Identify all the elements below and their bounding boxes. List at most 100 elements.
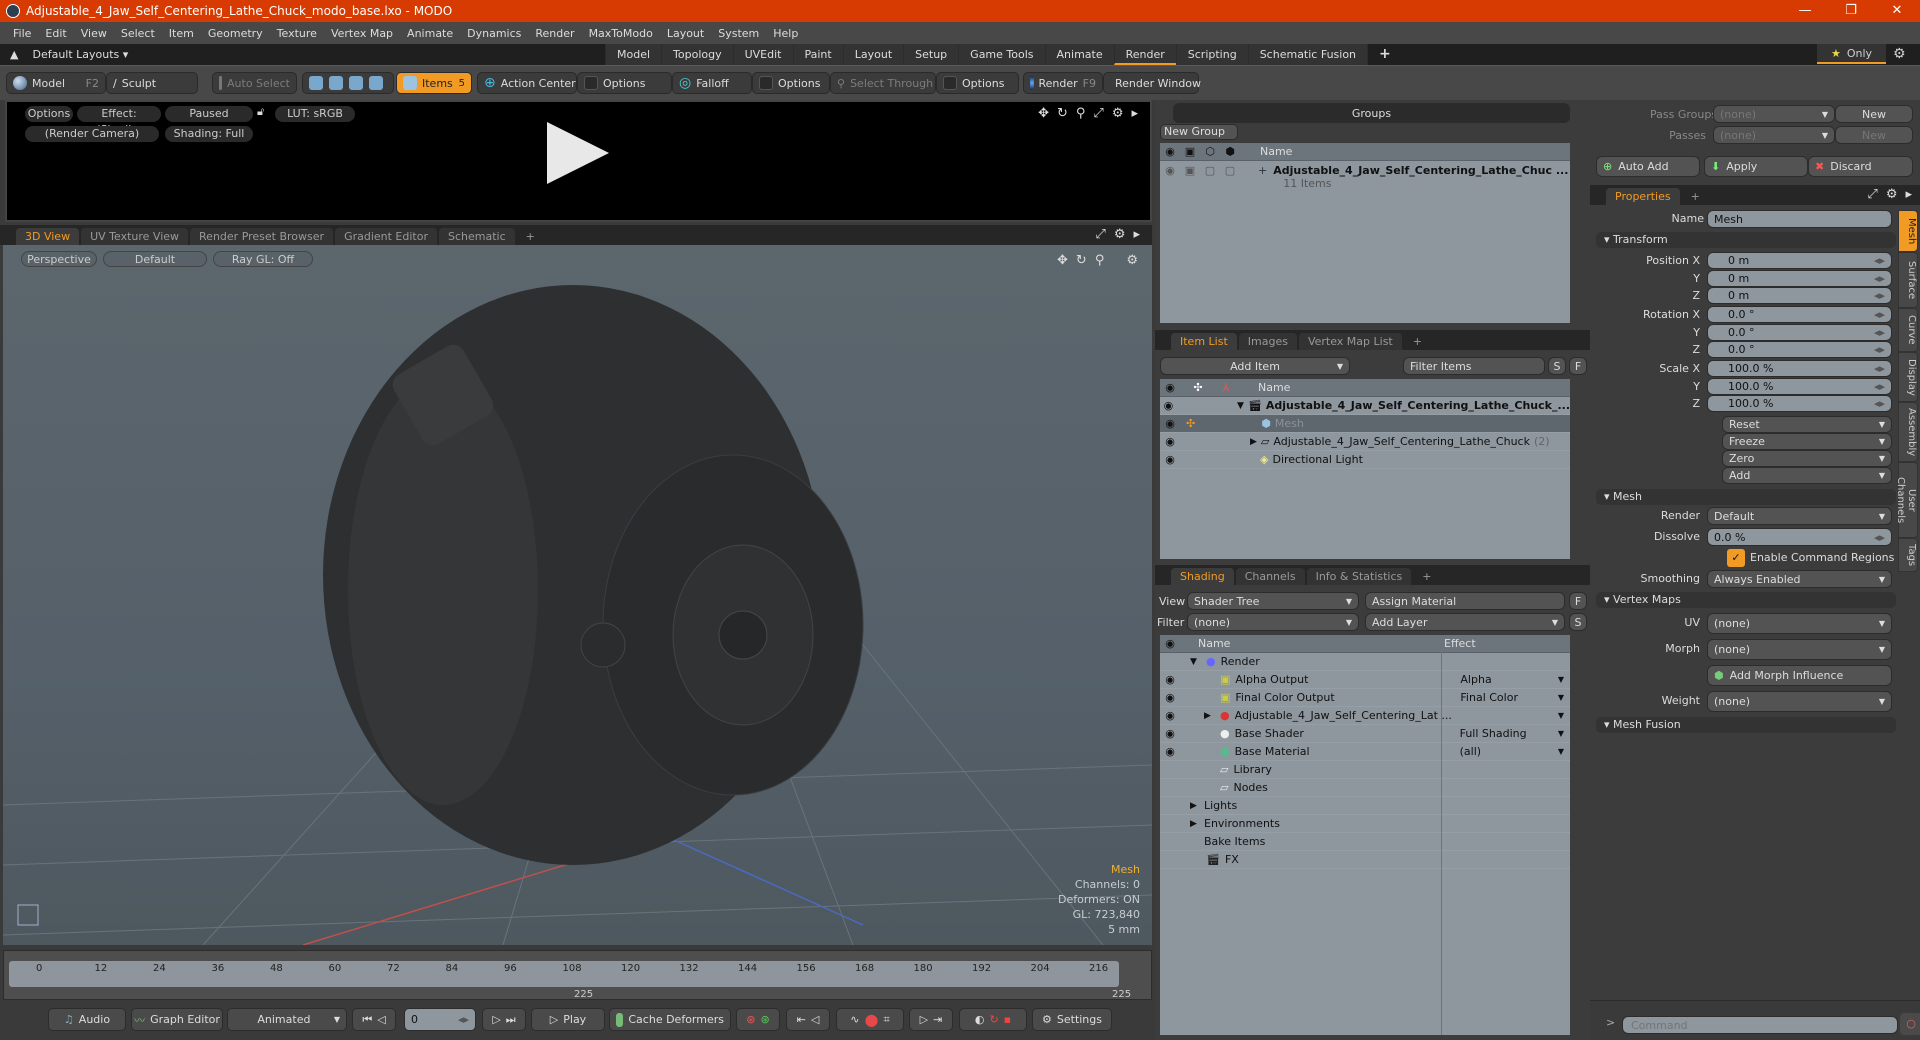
only-toggle[interactable]: ★ Only — [1817, 44, 1886, 64]
channel-key-icon[interactable]: ◐ — [975, 1013, 985, 1026]
side-tab-mesh[interactable]: Mesh — [1898, 210, 1918, 252]
command-input[interactable] — [1622, 1016, 1898, 1034]
maximize-icon[interactable]: ⤢ — [1095, 227, 1105, 242]
shader-tree-row[interactable]: ▶ Environments — [1160, 815, 1570, 833]
add-morph-influence-button[interactable]: ⬢ Add Morph Influence — [1707, 665, 1892, 686]
settings-button[interactable]: ⚙ Settings — [1032, 1008, 1112, 1031]
mesh-fusion-section[interactable]: ▾ Mesh Fusion — [1596, 717, 1896, 733]
shader-tree-row[interactable]: ◉ ▣ Final Color Output Final Color ▼ — [1160, 689, 1570, 707]
group-row[interactable]: ◉ ▣ ▢ ▢ + Adjustable_4_Jaw_Self_Centerin… — [1160, 161, 1570, 195]
shading-style-dropdown[interactable]: Default — [103, 251, 207, 267]
layout-tab-uvedit[interactable]: UVEdit — [732, 44, 793, 65]
expand-icon[interactable]: ▶ — [1190, 819, 1204, 829]
render-button[interactable]: Render F9 — [1023, 72, 1103, 94]
eye-icon[interactable]: ◉ — [1160, 727, 1180, 740]
rotation-y-field[interactable]: 0.0 ° ◂▸ — [1707, 323, 1892, 341]
tab-schematic[interactable]: Schematic — [439, 228, 515, 245]
maximize-icon[interactable]: ⤢ — [1093, 106, 1103, 121]
shader-tree-row[interactable]: ◉ ▶ ● Adjustable_4_Jaw_Self_Centering_Lat .… — [1160, 707, 1570, 725]
gear-icon[interactable]: ⚙ — [1112, 106, 1124, 121]
curve-key-icon[interactable]: ∿ — [850, 1013, 859, 1026]
rotate-icon[interactable]: ↻ — [1076, 253, 1087, 268]
render-window-button[interactable]: Render Window — [1103, 72, 1201, 94]
menu-edit[interactable]: Edit — [38, 27, 73, 40]
discard-button[interactable]: ✖ Discard — [1808, 156, 1913, 177]
menu-help[interactable]: Help — [766, 27, 805, 40]
drag-arrows-icon[interactable]: ◂▸ — [1874, 397, 1885, 410]
raygl-dropdown[interactable]: Ray GL: Off — [213, 251, 313, 267]
gear-icon[interactable]: ⚙ — [1126, 253, 1138, 268]
lock-icon[interactable]: 🔓︎ — [257, 105, 264, 119]
position-y-field[interactable]: 0 m ◂▸ — [1707, 269, 1892, 287]
drag-arrows-icon[interactable]: ◂▸ — [1874, 289, 1885, 302]
frame-input[interactable]: 0 ◂▸ — [404, 1008, 476, 1031]
expand-icon[interactable]: + — [1258, 164, 1267, 177]
filter-items-input[interactable]: Filter Items — [1403, 357, 1545, 375]
first-key-icon[interactable]: ⇤ — [797, 1013, 806, 1026]
gear-icon[interactable]: ⚙ — [1886, 187, 1898, 202]
zoom-icon[interactable]: ⚲ — [1095, 253, 1105, 268]
add-layout-tab-button[interactable]: + — [1367, 44, 1402, 65]
rotation-z-field[interactable]: 0.0 ° ◂▸ — [1707, 341, 1892, 358]
add-tab-button[interactable]: + — [1682, 188, 1709, 205]
scale-z-field[interactable]: 100.0 % ◂▸ — [1707, 395, 1892, 412]
tab-uv-texture-view[interactable]: UV Texture View — [81, 228, 189, 245]
effect-dropdown-icon[interactable]: ▼ — [1558, 675, 1564, 684]
drag-arrows-icon[interactable]: ◂▸ — [1874, 343, 1885, 356]
layout-tab-scripting[interactable]: Scripting — [1175, 44, 1248, 65]
shader-tree-row[interactable]: Bake Items — [1160, 833, 1570, 851]
expand-icon[interactable]: ▶ — [1250, 437, 1257, 447]
preview-options-button[interactable]: Options — [25, 106, 73, 122]
model-mode-button[interactable]: Model F2 — [6, 72, 106, 94]
expand-icon[interactable]: ▶ — [1190, 801, 1204, 811]
new-pass-group-button[interactable]: New — [1835, 105, 1913, 123]
layout-tab-schematic-fusion[interactable]: Schematic Fusion — [1247, 44, 1368, 65]
close-button[interactable]: ✕ — [1874, 0, 1920, 22]
menu-animate[interactable]: Animate — [400, 27, 460, 40]
edges-mode-icon[interactable] — [329, 76, 343, 90]
drag-arrows-icon[interactable]: ◂▸ — [1874, 380, 1885, 393]
side-tab-tags[interactable]: Tags — [1898, 538, 1918, 572]
item-row-light[interactable]: ◉ ◈ Directional Light — [1160, 451, 1570, 469]
gear-icon[interactable]: ⚙ — [1893, 46, 1906, 62]
add-item-button[interactable]: Add Item ▼ — [1160, 357, 1350, 375]
select-toggle-icon[interactable]: ▢ — [1220, 164, 1240, 177]
sculpt-button[interactable]: ∕ Sculpt — [106, 72, 198, 94]
add-dropdown[interactable]: Add ▼ — [1722, 467, 1892, 484]
weight-dropdown[interactable]: (none) ▼ — [1707, 691, 1892, 712]
layout-tab-model[interactable]: Model — [605, 44, 662, 65]
audio-button[interactable]: ♫ Audio — [48, 1008, 126, 1031]
menu-view[interactable]: View — [74, 27, 114, 40]
layout-tab-topology[interactable]: Topology — [661, 44, 733, 65]
shader-tree-row[interactable]: ▱ Library — [1160, 761, 1570, 779]
refresh-key-icon[interactable]: ↻ — [989, 1013, 998, 1026]
enable-command-regions-checkbox[interactable]: ✓ — [1727, 549, 1745, 567]
key-up-icon[interactable]: ⊛ — [746, 1013, 755, 1026]
rotate-icon[interactable]: ↻ — [1057, 106, 1068, 121]
tab-shading[interactable]: Shading — [1171, 568, 1234, 585]
play-button[interactable]: ▷ Play — [531, 1008, 605, 1031]
record-icon[interactable]: ● — [865, 1010, 879, 1029]
side-tab-curve[interactable]: Curve — [1898, 308, 1918, 352]
polygons-mode-icon[interactable] — [349, 76, 363, 90]
item-row-mesh[interactable]: ◉ ✣ ⬢ Mesh — [1160, 415, 1570, 433]
add-tab-button[interactable]: + — [517, 228, 544, 245]
effect-dropdown-icon[interactable]: ▼ — [1558, 729, 1564, 738]
apply-button[interactable]: ⬇ Apply — [1704, 156, 1808, 177]
expand-arrow-icon[interactable]: ▸ — [1133, 227, 1140, 242]
tab-render-preset-browser[interactable]: Render Preset Browser — [190, 228, 334, 245]
graph-editor-button[interactable]: 〰 Graph Editor — [131, 1008, 223, 1031]
shading-dropdown[interactable]: Shading: Full — [165, 126, 253, 142]
action-center-button[interactable]: ⊕ Action Center — [477, 72, 577, 94]
render-dropdown[interactable]: Default ▼ — [1707, 507, 1892, 525]
shader-tree-row[interactable]: ▶ Lights — [1160, 797, 1570, 815]
go-to-end-icon[interactable]: ⏭ — [506, 1013, 516, 1027]
drag-arrows-icon[interactable]: ◂▸ — [1874, 362, 1885, 375]
side-tab-surface[interactable]: Surface — [1898, 252, 1918, 308]
menu-maxtomodo[interactable]: MaxToModo — [582, 27, 660, 40]
freeze-dropdown[interactable]: Freeze ▼ — [1722, 433, 1892, 450]
cache-deformers-button[interactable]: Cache Deformers — [609, 1008, 731, 1031]
menu-geometry[interactable]: Geometry — [201, 27, 270, 40]
f-button[interactable]: F — [1569, 592, 1587, 610]
select-through-options-button[interactable]: Options — [936, 72, 1019, 94]
